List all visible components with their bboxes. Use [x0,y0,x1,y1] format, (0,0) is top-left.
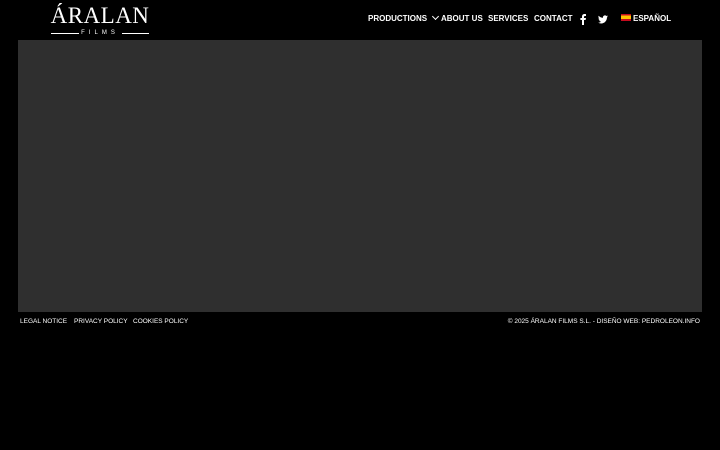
twitter-icon [598,14,608,23]
copyright-text: © 2025 ÁRALAN FILMS S.L. - DISEÑO WEB: P… [507,318,700,325]
facebook-link[interactable] [577,12,589,26]
spain-flag-icon [621,14,631,22]
facebook-icon [580,13,586,25]
page: ÁRALAN FILMS PRODUCTIONS ABOUT US SERVIC… [0,0,720,450]
nav-item-label: ABOUT US [441,14,483,23]
language-switcher[interactable]: ESPAÑOL [621,12,671,26]
footer-link-legal-notice[interactable]: LEGAL NOTICE [20,317,67,327]
nav-item-label: SERVICES [488,14,529,23]
nav-item-about-us[interactable]: ABOUT US [441,12,483,26]
chevron-down-icon [432,12,440,21]
nav-item-services[interactable]: SERVICES [488,12,528,26]
twitter-link[interactable] [597,12,609,26]
site-footer: LEGAL NOTICE PRIVACY POLICY COOKIES POLI… [0,312,720,332]
site-logo[interactable]: ÁRALAN FILMS [50,2,150,36]
logo-wordmark: ÁRALAN [50,3,150,28]
nav-item-productions[interactable]: PRODUCTIONS [368,12,440,26]
footer-link-privacy-policy[interactable]: PRIVACY POLICY [74,317,128,327]
hero-video-area[interactable] [18,40,702,312]
language-label: ESPAÑOL [633,14,672,23]
logo-rule-right [122,33,149,34]
nav-item-label: CONTACT [534,14,573,23]
site-header: ÁRALAN FILMS PRODUCTIONS ABOUT US SERVIC… [0,0,720,40]
nav-item-label: PRODUCTIONS [368,14,428,23]
nav-item-contact[interactable]: CONTACT [534,12,573,26]
footer-link-cookies-policy[interactable]: COOKIES POLICY [133,317,188,327]
